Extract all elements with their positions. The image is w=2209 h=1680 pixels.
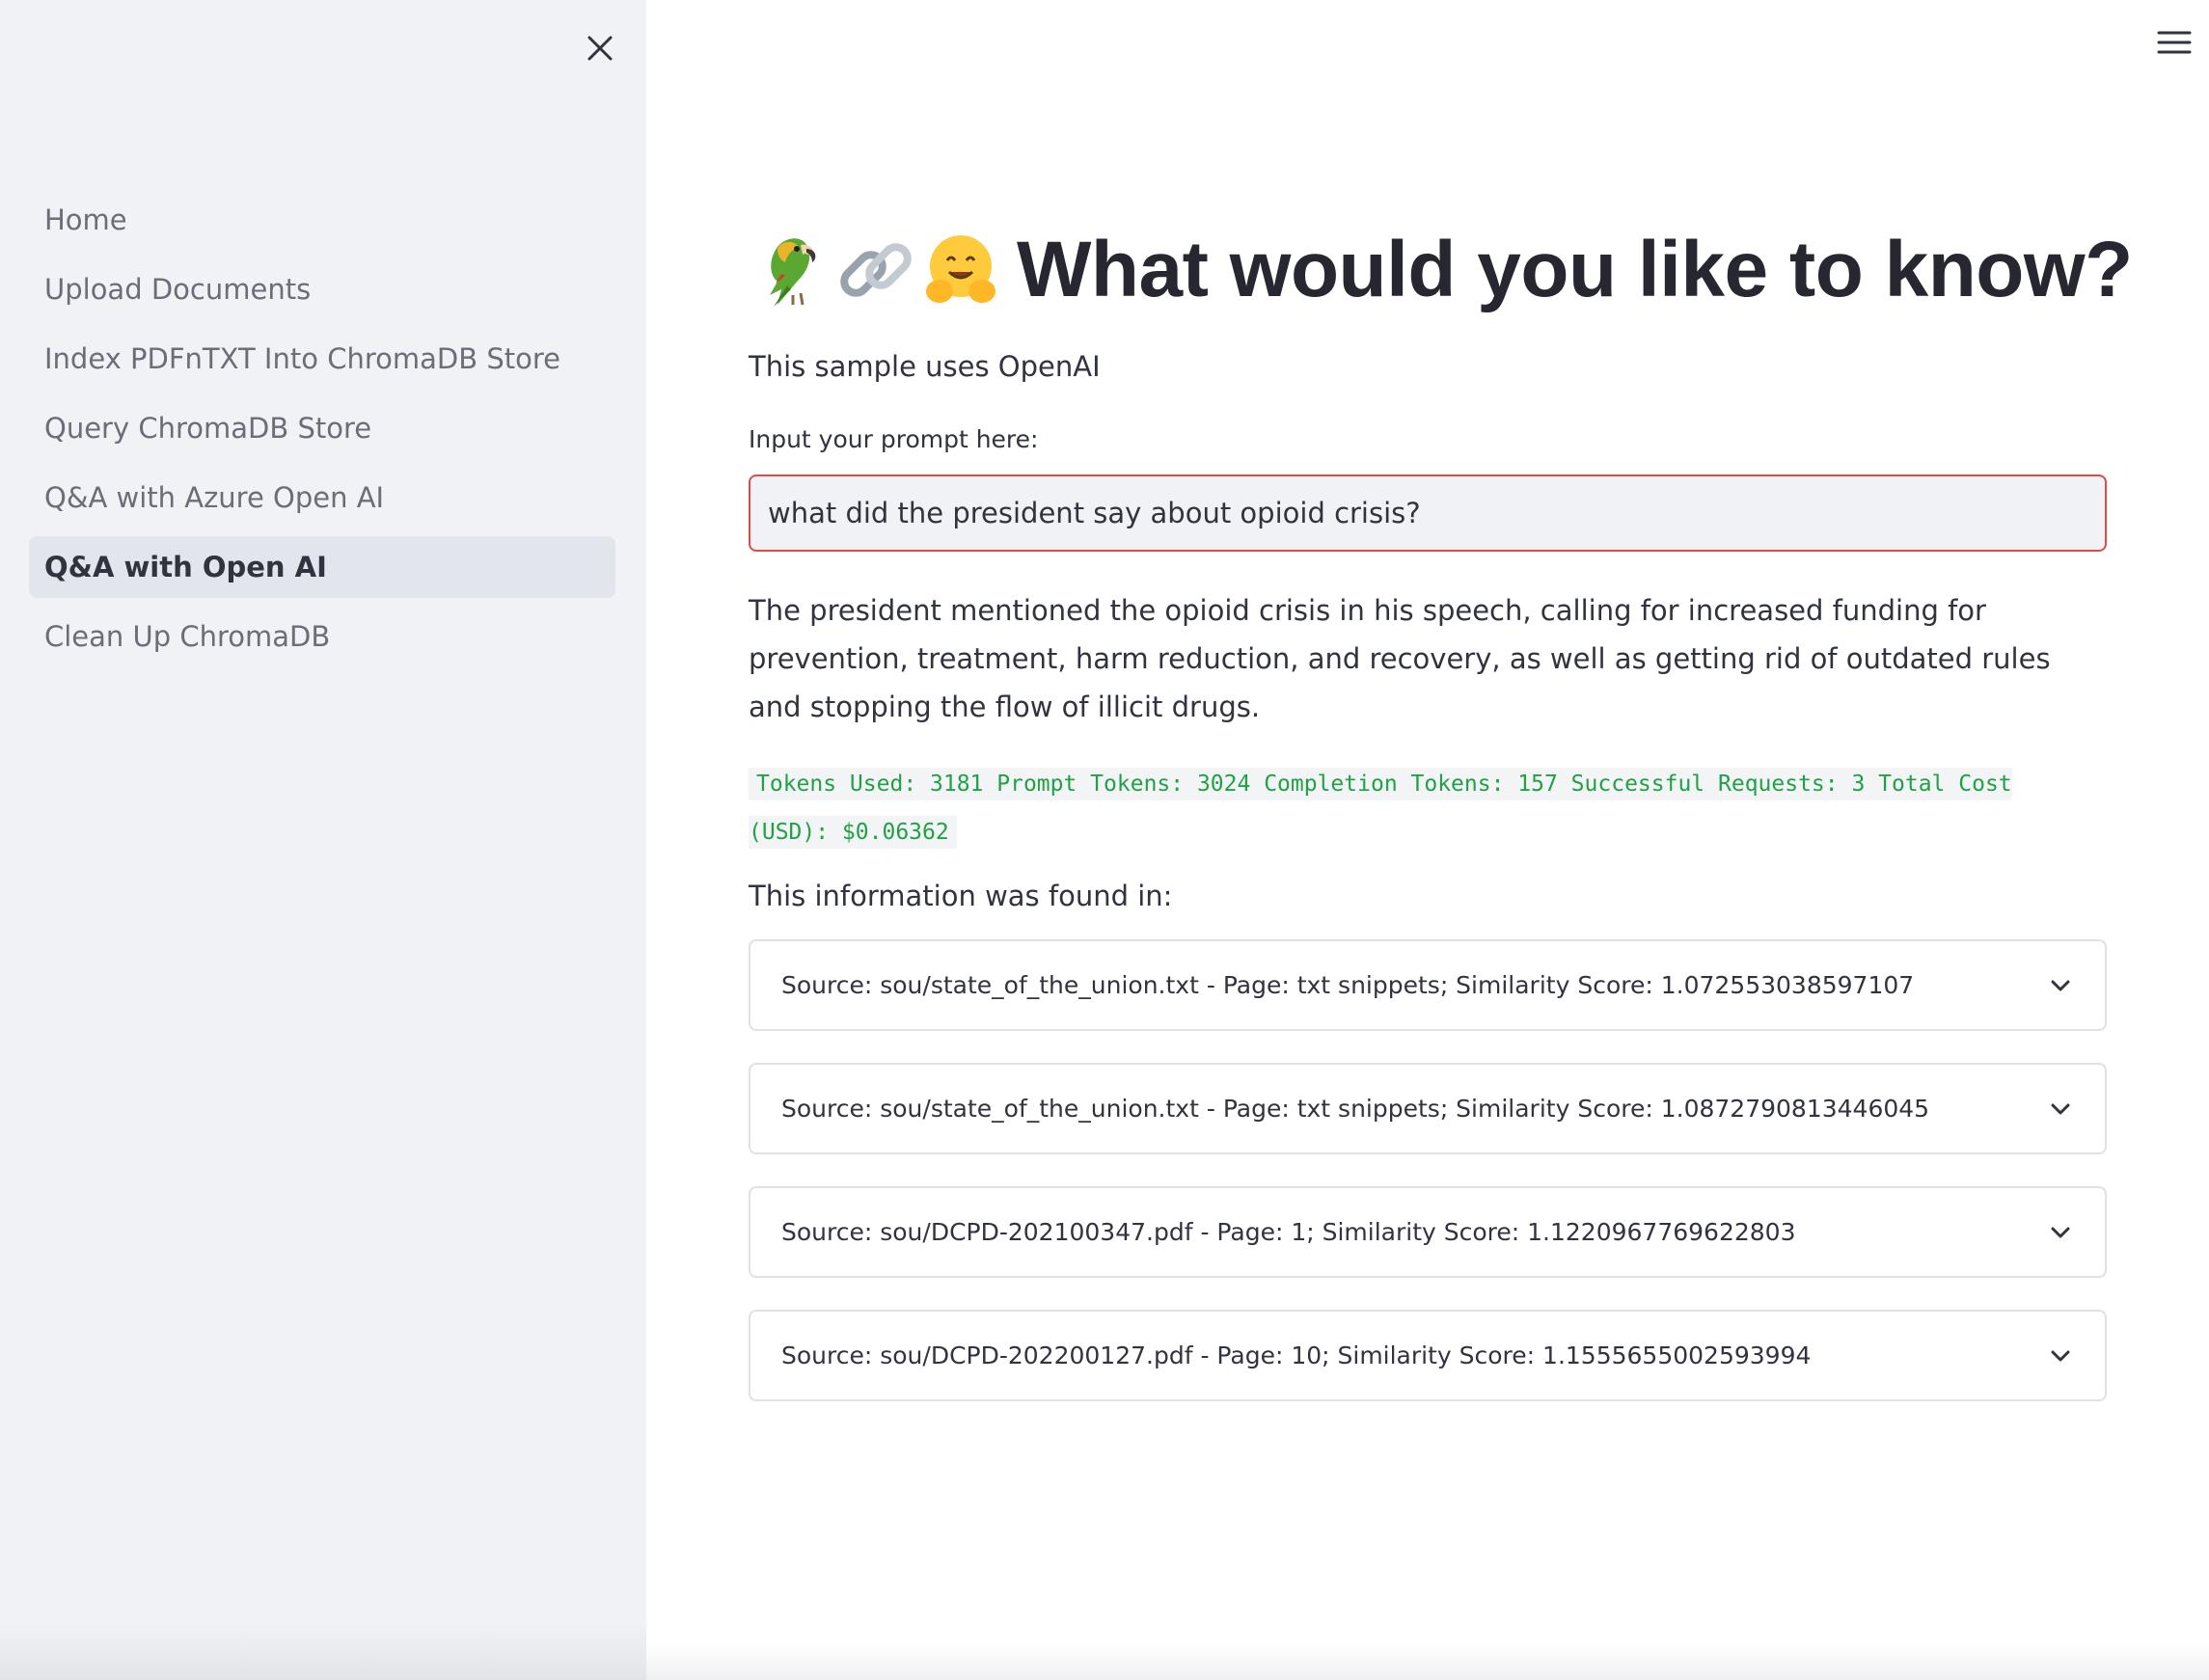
token-usage-text: Tokens Used: 3181 Prompt Tokens: 3024 Co…: [749, 768, 2012, 849]
page-header: What would you like to know?: [749, 207, 2133, 333]
chevron-down-icon: [2051, 1350, 2070, 1361]
source-expander[interactable]: Source: sou/DCPD-202100347.pdf - Page: 1…: [749, 1186, 2107, 1278]
source-label: Source: sou/DCPD-202200127.pdf - Page: 1…: [781, 1341, 1812, 1369]
prompt-input-label: Input your prompt here:: [749, 425, 1039, 453]
page-body: What would you like to know? This sample…: [749, 207, 2133, 1433]
app-window: Home Upload Documents Index PDFnTXT Into…: [0, 0, 2209, 1680]
prompt-input[interactable]: [749, 474, 2107, 552]
sidebar-item-clean-up-chromadb[interactable]: Clean Up ChromaDB: [29, 606, 615, 667]
token-usage-stats: Tokens Used: 3181 Prompt Tokens: 3024 Co…: [749, 760, 2070, 856]
main-content: What would you like to know? This sample…: [646, 0, 2209, 1680]
title-emojis: [749, 228, 1003, 312]
answer-text: The president mentioned the opioid crisi…: [749, 594, 2051, 723]
source-label: Source: sou/state_of_the_union.txt - Pag…: [781, 1095, 1930, 1123]
sidebar-item-home[interactable]: Home: [29, 189, 615, 251]
sidebar-bottom-shadow: [0, 1622, 646, 1680]
hugging-face-icon: [926, 235, 995, 303]
sidebar-item-query-chromadb[interactable]: Query ChromaDB Store: [29, 397, 615, 459]
chevron-down-icon: [2051, 1103, 2070, 1114]
sidebar-item-qa-openai[interactable]: Q&A with Open AI: [29, 536, 615, 598]
source-expander[interactable]: Source: sou/state_of_the_union.txt - Pag…: [749, 1063, 2107, 1154]
sources-heading: This information was found in:: [749, 880, 1173, 912]
parrot-icon: [770, 238, 816, 307]
sidebar-item-upload-documents[interactable]: Upload Documents: [29, 258, 615, 320]
page-title: What would you like to know?: [1017, 226, 2133, 313]
sidebar-item-qa-azure-openai[interactable]: Q&A with Azure Open AI: [29, 467, 615, 528]
sidebar: Home Upload Documents Index PDFnTXT Into…: [0, 0, 646, 1680]
chevron-down-icon: [2051, 980, 2070, 990]
link-icon: [840, 243, 912, 297]
page-subtitle: This sample uses OpenAI: [749, 350, 1101, 383]
source-label: Source: sou/DCPD-202100347.pdf - Page: 1…: [781, 1218, 1796, 1246]
hamburger-menu-icon[interactable]: [2155, 25, 2194, 60]
source-label: Source: sou/state_of_the_union.txt - Pag…: [781, 971, 1915, 999]
sources-list: Source: sou/state_of_the_union.txt - Pag…: [749, 939, 2107, 1401]
source-expander[interactable]: Source: sou/state_of_the_union.txt - Pag…: [749, 939, 2107, 1031]
chevron-down-icon: [2051, 1227, 2070, 1237]
source-expander[interactable]: Source: sou/DCPD-202200127.pdf - Page: 1…: [749, 1310, 2107, 1401]
sidebar-nav: Home Upload Documents Index PDFnTXT Into…: [29, 189, 615, 675]
sidebar-item-index-pdfntxt[interactable]: Index PDFnTXT Into ChromaDB Store: [29, 328, 615, 390]
close-icon[interactable]: [580, 28, 620, 68]
bottom-shadow: [646, 1641, 2209, 1680]
